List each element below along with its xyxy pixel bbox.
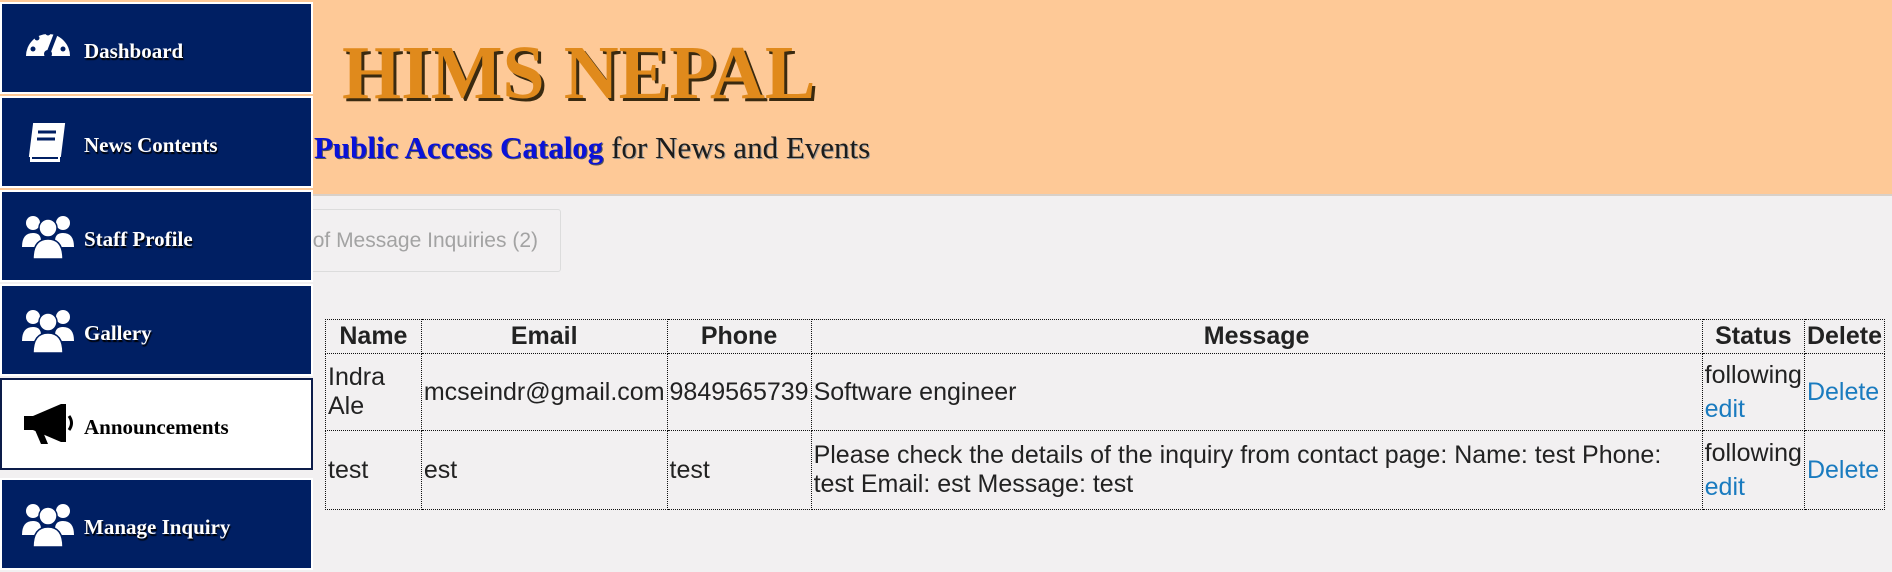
sidebar-item-gallery[interactable]: Gallery	[0, 284, 313, 376]
cell-email: mcseindr@gmail.com	[420, 353, 668, 431]
table-header-row: Name Email Phone Message Status Delete	[325, 319, 1886, 354]
cell-message: Please check the details of the inquiry …	[810, 430, 1703, 510]
inquiry-table: Name Email Phone Message Status Delete I…	[325, 319, 1886, 510]
cell-name: Indra Ale	[325, 353, 422, 431]
sidebar: Dashboard News Contents Staff Profile Ga…	[0, 0, 313, 572]
status-text: following	[1704, 439, 1802, 467]
sidebar-item-label: Gallery	[84, 320, 152, 345]
delete-link[interactable]: Delete	[1807, 456, 1879, 484]
dashboard-gauge-icon	[18, 18, 78, 78]
column-header-name: Name	[325, 319, 422, 354]
column-header-phone: Phone	[666, 319, 812, 354]
users-icon	[18, 300, 78, 360]
tab-message-inquiries[interactable]: List of Message Inquiries (2)	[290, 209, 561, 272]
sidebar-item-label: Staff Profile	[84, 226, 193, 251]
column-header-delete: Delete	[1803, 319, 1886, 354]
cell-delete: Delete	[1803, 353, 1886, 431]
megaphone-icon	[18, 394, 78, 454]
sidebar-item-announcements[interactable]: Announcements	[0, 378, 313, 470]
book-icon	[18, 112, 78, 172]
column-header-message: Message	[810, 319, 1703, 354]
sidebar-item-label: Announcements	[84, 414, 229, 439]
tagline: Public Access Catalog for News and Event…	[314, 130, 870, 166]
sidebar-item-manage-inquiry[interactable]: Manage Inquiry	[0, 478, 313, 570]
cell-delete: Delete	[1803, 430, 1886, 510]
table-row: Indra Ale mcseindr@gmail.com 9849565739 …	[325, 353, 1886, 431]
cell-message: Software engineer	[810, 353, 1703, 431]
sidebar-item-label: Manage Inquiry	[84, 514, 231, 539]
edit-link[interactable]: edit	[1705, 394, 1802, 424]
sidebar-item-staff-profile[interactable]: Staff Profile	[0, 190, 313, 282]
cell-name: test	[325, 430, 422, 510]
tagline-secondary: for News and Events	[611, 130, 871, 165]
sidebar-item-news-contents[interactable]: News Contents	[0, 96, 313, 188]
edit-link[interactable]: edit	[1705, 472, 1802, 502]
brand-title: HIMS NEPAL	[342, 31, 816, 115]
users-icon	[18, 206, 78, 266]
column-header-email: Email	[420, 319, 668, 354]
sidebar-item-dashboard[interactable]: Dashboard	[0, 2, 313, 94]
cell-status: following edit	[1701, 430, 1805, 510]
table-row: test est test Please check the details o…	[325, 430, 1886, 510]
sidebar-item-label: Dashboard	[84, 38, 184, 63]
users-icon	[18, 494, 78, 554]
cell-email: est	[420, 430, 668, 510]
column-header-status: Status	[1701, 319, 1805, 354]
delete-link[interactable]: Delete	[1807, 378, 1879, 406]
cell-phone: 9849565739	[666, 353, 812, 431]
sidebar-item-label: News Contents	[84, 132, 218, 157]
status-text: following	[1704, 361, 1802, 389]
cell-status: following edit	[1701, 353, 1805, 431]
cell-phone: test	[666, 430, 812, 510]
tagline-primary: Public Access Catalog	[314, 130, 604, 165]
